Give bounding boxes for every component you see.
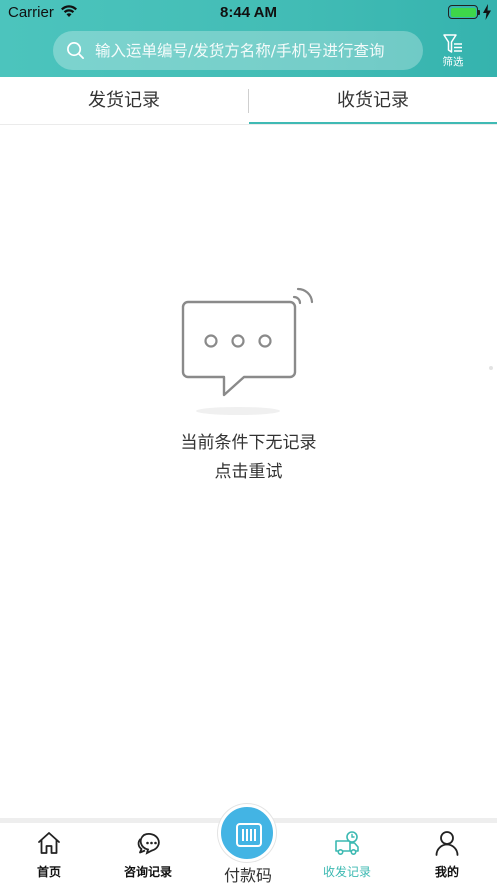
nav-home-label: 首页	[36, 865, 61, 879]
tab-send-records[interactable]: 发货记录	[0, 77, 248, 125]
status-time: 8:44 AM	[220, 4, 277, 21]
record-tabs: 发货记录 收货记录	[0, 77, 497, 125]
nav-records-label: 收发记录	[322, 865, 371, 879]
scroll-indicator	[489, 366, 493, 370]
battery-icon	[448, 5, 478, 19]
chat-icon	[137, 833, 160, 855]
retry-link[interactable]: 点击重试	[0, 459, 497, 485]
barcode-icon	[236, 823, 262, 847]
nav-mine-label: 我的	[434, 865, 459, 879]
charging-bolt-icon	[483, 4, 491, 20]
home-icon	[38, 832, 60, 854]
tab-receive-records[interactable]: 收货记录	[249, 77, 497, 125]
empty-message: 当前条件下无记录	[180, 433, 317, 453]
filter-button[interactable]: 筛选	[436, 32, 470, 72]
search-icon	[67, 42, 84, 59]
pay-code-label: 付款码	[223, 866, 272, 883]
truck-icon	[335, 831, 359, 855]
nav-shipping-records[interactable]: 收发记录	[307, 823, 387, 883]
filter-icon	[443, 34, 462, 53]
chat-bubble-empty-icon	[181, 287, 314, 415]
nav-consult-label: 咨询记录	[123, 865, 172, 879]
search-input[interactable]	[95, 31, 417, 70]
nav-home[interactable]: 首页	[9, 823, 89, 883]
user-icon	[435, 831, 459, 856]
app-header: Carrier 8:44 AM 筛选	[0, 0, 497, 77]
pay-code-circle	[218, 804, 276, 862]
status-bar: Carrier 8:44 AM	[0, 0, 497, 26]
pay-code-button[interactable]: 付款码	[208, 800, 288, 883]
battery-nub	[478, 10, 480, 15]
nav-consult-records[interactable]: 咨询记录	[108, 823, 188, 883]
nav-mine[interactable]: 我的	[407, 823, 487, 883]
tabs-divider-line	[0, 124, 497, 125]
filter-label: 筛选	[442, 56, 464, 68]
search-bar[interactable]	[53, 31, 423, 70]
